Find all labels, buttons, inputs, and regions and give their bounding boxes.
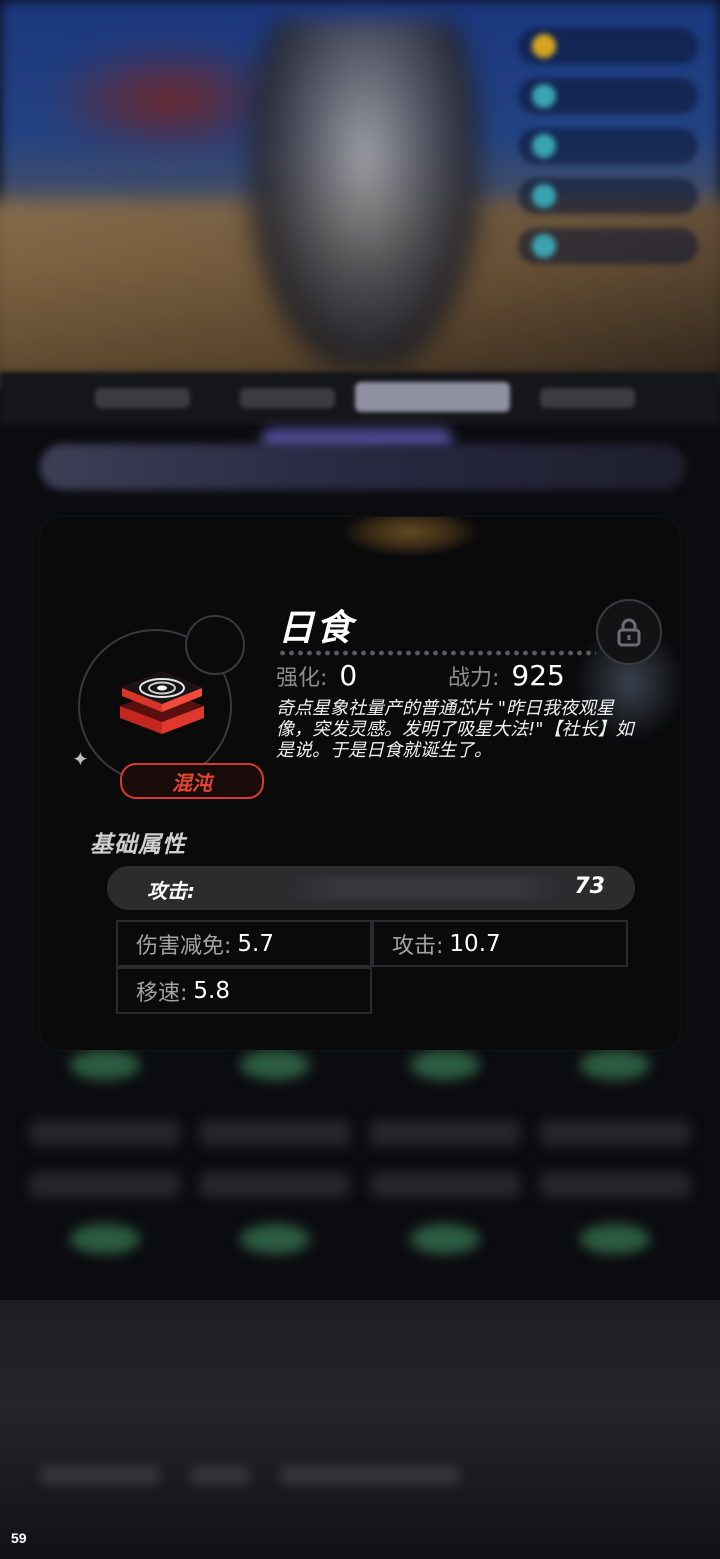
sub-attribute-cell: 移速: 5.8 — [116, 967, 372, 1014]
vortex-chip-icon — [120, 671, 204, 734]
enhance-value: 0 — [339, 659, 358, 692]
rank-badge: 混沌 — [120, 763, 264, 799]
main-attribute-value: 73 — [574, 874, 605, 899]
fps-counter: 59 — [11, 1530, 27, 1546]
section-title: 基础属性 — [90, 832, 186, 858]
background-tab-bar — [0, 372, 720, 424]
background-chip-grid — [30, 1050, 710, 1330]
sub-attribute-value: 10.7 — [449, 930, 501, 957]
sub-attribute-cell: 伤害减免: 5.7 — [116, 920, 372, 967]
power-value: 925 — [511, 659, 565, 692]
sub-attribute-cell: 攻击: 10.7 — [372, 920, 628, 967]
sub-attribute-value: 5.8 — [193, 977, 230, 1004]
background-bottom-bar — [40, 1465, 680, 1505]
sub-attribute-value: 5.7 — [237, 930, 274, 957]
title-divider — [278, 650, 596, 656]
sub-attribute-label: 移速: — [136, 980, 188, 1006]
chip-name: 日食 — [278, 608, 355, 649]
lock-icon — [617, 618, 641, 647]
enhance-stat: 强化: 0 — [276, 659, 357, 692]
chip-description: 奇点星象社量产的普通芯片 "昨日我夜观星像，突发灵感。发明了吸星大法!"【社长】… — [276, 698, 634, 761]
power-stat: 战力: 925 — [448, 659, 565, 692]
enhance-label: 强化: — [276, 666, 328, 691]
power-label: 战力: — [448, 666, 500, 691]
side-stat-list — [518, 28, 698, 278]
sub-attribute-label: 伤害减免: — [136, 933, 232, 959]
sub-attribute-label: 攻击: — [392, 933, 444, 959]
sparkle-icon: ✦ — [72, 747, 89, 771]
background-slot-bar — [40, 444, 686, 490]
sub-attribute-grid: 伤害减免: 5.7 攻击: 10.7 移速: 5.8 — [116, 920, 630, 1016]
chip-detail-card[interactable]: ✦ 混沌 日食 强化: 0 战力: 925 奇点星象社量产的普通芯片 "昨日我夜… — [40, 517, 680, 1050]
lock-button[interactable] — [596, 599, 662, 665]
main-attribute-bar: 攻击: 73 — [107, 866, 635, 910]
main-attribute-label: 攻击: — [147, 879, 195, 903]
